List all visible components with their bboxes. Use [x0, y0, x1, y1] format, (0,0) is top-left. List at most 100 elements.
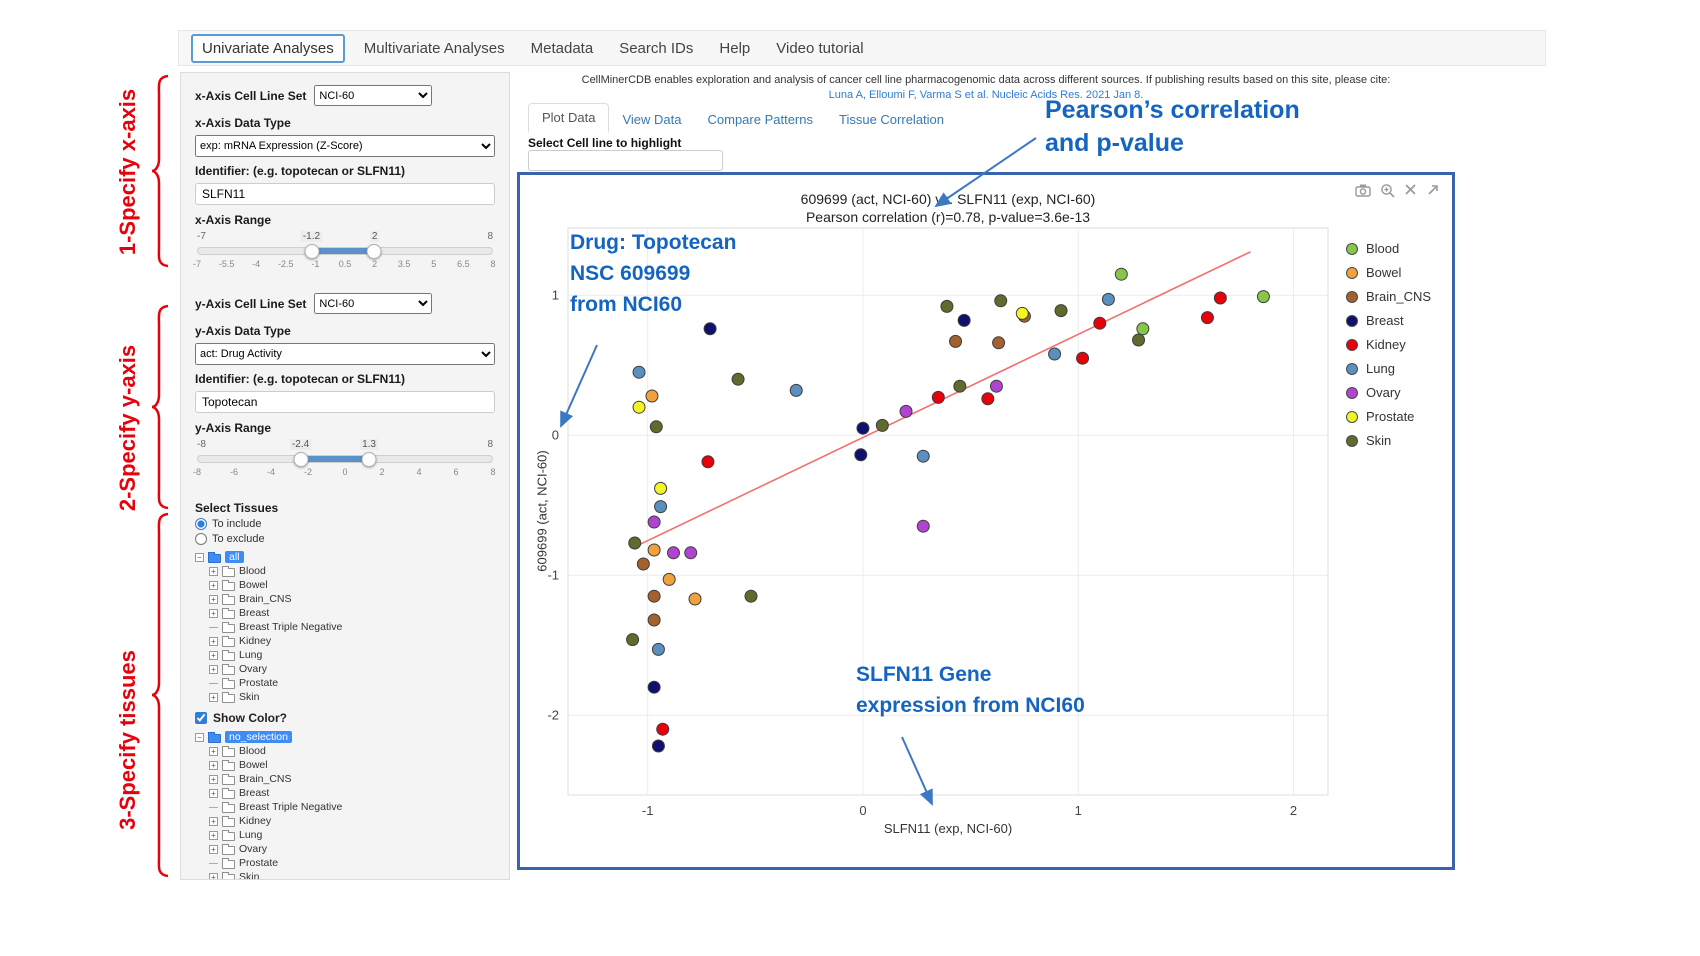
tree-item-brain-cns[interactable]: +Brain_CNS — [209, 592, 495, 606]
nav-item-univariate-analyses[interactable]: Univariate Analyses — [191, 34, 345, 63]
radio-to-exclude[interactable]: To exclude — [195, 533, 495, 545]
y-identifier-input[interactable] — [195, 391, 495, 413]
tree-item-lung[interactable]: +Lung — [209, 648, 495, 662]
data-point-ovary[interactable] — [685, 547, 697, 559]
y-cell-line-set-select[interactable]: NCI-60 — [314, 293, 432, 314]
tree-item-breast[interactable]: +Breast — [209, 606, 495, 620]
data-point-kidney[interactable] — [1201, 312, 1213, 324]
data-point-skin[interactable] — [1133, 334, 1145, 346]
nav-item-search-ids[interactable]: Search IDs — [619, 40, 693, 57]
expand-icon[interactable]: + — [209, 747, 218, 756]
tree-item-breast[interactable]: +Breast — [209, 786, 495, 800]
collapse-icon[interactable]: − — [195, 733, 204, 742]
data-point-bowel[interactable] — [689, 593, 701, 605]
slider-track[interactable] — [197, 247, 493, 255]
data-point-lung[interactable] — [655, 501, 667, 513]
expand-icon[interactable]: + — [209, 845, 218, 854]
legend-item-bowel[interactable]: Bowel — [1346, 265, 1431, 280]
expand-icon[interactable]: + — [209, 693, 218, 702]
y-data-type-select[interactable]: act: Drug Activity — [195, 343, 495, 365]
nav-item-metadata[interactable]: Metadata — [531, 40, 594, 57]
data-point-lung[interactable] — [790, 384, 802, 396]
radio-to-exclude-input[interactable] — [195, 533, 207, 545]
data-point-skin[interactable] — [627, 634, 639, 646]
expand-icon[interactable]: + — [209, 775, 218, 784]
x-range-slider[interactable]: -78-1.22-7-5.5-4-2.5-10.523.556.58 — [197, 231, 493, 279]
tree-item-breast-triple-negative[interactable]: Breast Triple Negative — [209, 800, 495, 814]
data-point-prostate[interactable] — [655, 482, 667, 494]
data-point-bowel[interactable] — [648, 544, 660, 556]
tree-item-blood[interactable]: +Blood — [209, 564, 495, 578]
slider-handle-from[interactable] — [304, 244, 319, 259]
expand-icon[interactable]: + — [209, 831, 218, 840]
tree-item-lung[interactable]: +Lung — [209, 828, 495, 842]
data-point-kidney[interactable] — [657, 723, 669, 735]
nav-item-multivariate-analyses[interactable]: Multivariate Analyses — [364, 40, 505, 57]
data-point-kidney[interactable] — [1094, 317, 1106, 329]
tree-item-ovary[interactable]: +Ovary — [209, 662, 495, 676]
radio-to-include-input[interactable] — [195, 518, 207, 530]
slider-track[interactable] — [197, 455, 493, 463]
expand-icon[interactable]: + — [209, 761, 218, 770]
data-point-kidney[interactable] — [982, 393, 994, 405]
data-point-ovary[interactable] — [667, 547, 679, 559]
data-point-kidney[interactable] — [1214, 292, 1226, 304]
data-point-blood[interactable] — [1115, 268, 1127, 280]
tree-item-bowel[interactable]: +Bowel — [209, 758, 495, 772]
data-point-skin[interactable] — [629, 537, 641, 549]
nav-item-video-tutorial[interactable]: Video tutorial — [776, 40, 863, 57]
pan-arrow-icon[interactable] — [1426, 183, 1440, 198]
citation-link[interactable]: Luna A, Elloumi F, Varma S et al. Nuclei… — [520, 89, 1452, 101]
tree-item-bowel[interactable]: +Bowel — [209, 578, 495, 592]
data-point-lung[interactable] — [917, 450, 929, 462]
data-point-breast[interactable] — [958, 314, 970, 326]
expand-icon[interactable]: + — [209, 567, 218, 576]
legend-item-kidney[interactable]: Kidney — [1346, 337, 1431, 352]
legend-item-lung[interactable]: Lung — [1346, 361, 1431, 376]
tree-item-prostate[interactable]: Prostate — [209, 856, 495, 870]
slider-handle-to[interactable] — [367, 244, 382, 259]
show-color-checkbox[interactable] — [195, 712, 207, 724]
data-point-brain-cns[interactable] — [637, 558, 649, 570]
data-point-skin[interactable] — [1055, 305, 1067, 317]
data-point-brain-cns[interactable] — [993, 337, 1005, 349]
data-point-skin[interactable] — [941, 300, 953, 312]
data-point-blood[interactable] — [1137, 323, 1149, 335]
expand-icon[interactable]: + — [209, 595, 218, 604]
data-point-breast[interactable] — [855, 449, 867, 461]
tab-plot-data[interactable]: Plot Data — [528, 103, 609, 133]
data-point-brain-cns[interactable] — [648, 614, 660, 626]
scatter-plot[interactable]: -1012-2-101 — [520, 175, 1452, 867]
tree-item-breast-triple-negative[interactable]: Breast Triple Negative — [209, 620, 495, 634]
data-point-skin[interactable] — [995, 295, 1007, 307]
data-point-lung[interactable] — [1049, 348, 1061, 360]
legend-item-skin[interactable]: Skin — [1346, 433, 1431, 448]
data-point-skin[interactable] — [732, 373, 744, 385]
data-point-blood[interactable] — [1257, 291, 1269, 303]
expand-icon[interactable]: + — [209, 789, 218, 798]
x-identifier-input[interactable] — [195, 183, 495, 205]
legend-item-blood[interactable]: Blood — [1346, 241, 1431, 256]
tree-item-skin[interactable]: +Skin — [209, 690, 495, 704]
data-point-ovary[interactable] — [900, 405, 912, 417]
x-data-type-select[interactable]: exp: mRNA Expression (Z-Score) — [195, 135, 495, 157]
expand-icon[interactable]: + — [209, 665, 218, 674]
data-point-skin[interactable] — [745, 590, 757, 602]
close-icon[interactable] — [1404, 183, 1417, 198]
tree-item-ovary[interactable]: +Ovary — [209, 842, 495, 856]
data-point-breast[interactable] — [857, 422, 869, 434]
x-cell-line-set-select[interactable]: NCI-60 — [314, 85, 432, 106]
tree-item-kidney[interactable]: +Kidney — [209, 814, 495, 828]
expand-icon[interactable]: + — [209, 609, 218, 618]
expand-icon[interactable]: + — [209, 637, 218, 646]
legend-item-breast[interactable]: Breast — [1346, 313, 1431, 328]
slider-handle-to[interactable] — [361, 452, 376, 467]
data-point-lung[interactable] — [633, 366, 645, 378]
data-point-ovary[interactable] — [917, 520, 929, 532]
data-point-brain-cns[interactable] — [648, 590, 660, 602]
data-point-bowel[interactable] — [663, 573, 675, 585]
data-point-lung[interactable] — [652, 643, 664, 655]
data-point-skin[interactable] — [954, 380, 966, 392]
data-point-kidney[interactable] — [702, 456, 714, 468]
expand-icon[interactable]: + — [209, 873, 218, 881]
